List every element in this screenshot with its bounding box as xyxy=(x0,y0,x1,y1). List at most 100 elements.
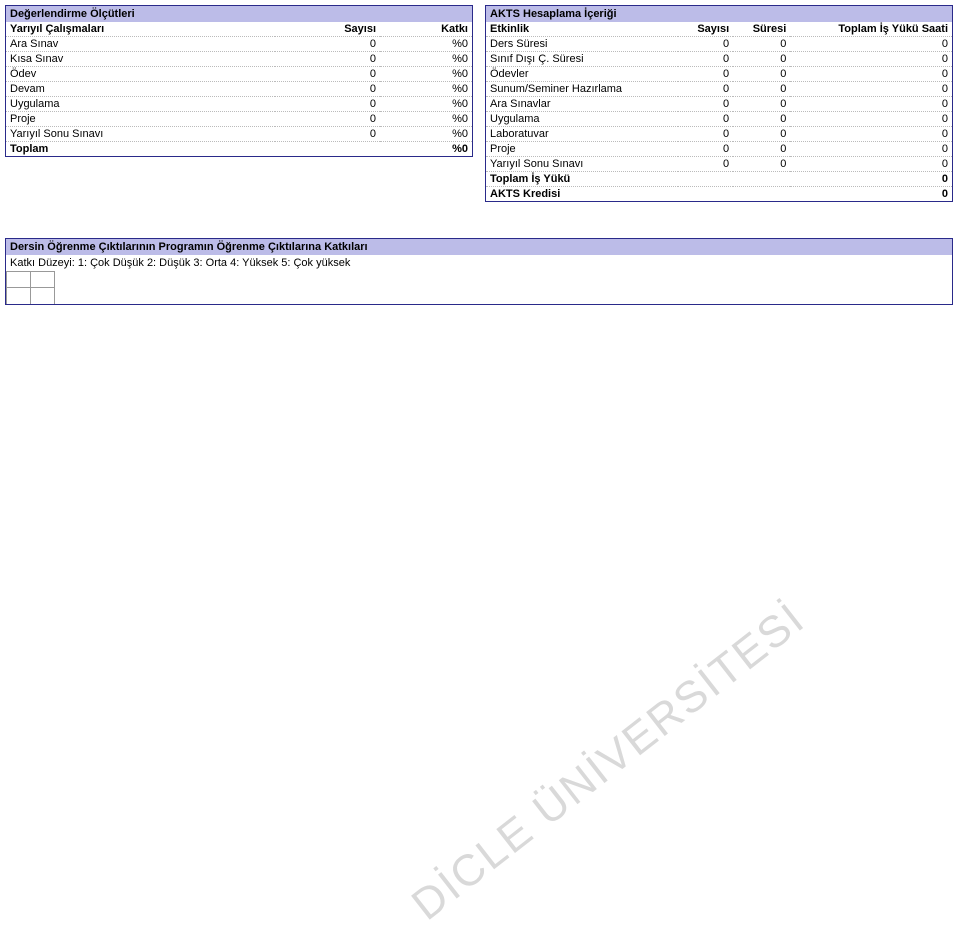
akts-col-label: Etkinlik xyxy=(486,22,678,37)
eval-count: 0 xyxy=(275,37,380,52)
grid-cell xyxy=(7,272,31,288)
akts-b: 0 xyxy=(733,157,790,172)
table-row: Uygulama 0 %0 xyxy=(6,97,472,112)
eval-col-pct: Katkı xyxy=(380,22,472,37)
eval-count: 0 xyxy=(275,127,380,142)
akts-a: 0 xyxy=(678,157,733,172)
akts-c: 0 xyxy=(790,112,952,127)
eval-pct: %0 xyxy=(380,97,472,112)
akts-a: 0 xyxy=(678,52,733,67)
akts-b: 0 xyxy=(733,142,790,157)
akts-c: 0 xyxy=(790,52,952,67)
akts-b: 0 xyxy=(733,82,790,97)
akts-label: Yarıyıl Sonu Sınavı xyxy=(486,157,678,172)
akts-a: 0 xyxy=(678,97,733,112)
table-row: Ödev 0 %0 xyxy=(6,67,472,82)
akts-credit-value: 0 xyxy=(790,187,952,202)
akts-label: Laboratuvar xyxy=(486,127,678,142)
akts-label: Sınıf Dışı Ç. Süresi xyxy=(486,52,678,67)
akts-c: 0 xyxy=(790,127,952,142)
table-row: Proje 0 0 0 xyxy=(486,142,952,157)
akts-credit-row: AKTS Kredisi 0 xyxy=(486,187,952,202)
akts-col-duration: Süresi xyxy=(733,22,790,37)
akts-c: 0 xyxy=(790,157,952,172)
eval-pct: %0 xyxy=(380,67,472,82)
akts-label: Ders Süresi xyxy=(486,37,678,52)
akts-label: Ara Sınavlar xyxy=(486,97,678,112)
akts-a: 0 xyxy=(678,67,733,82)
grid-cell xyxy=(31,272,55,288)
akts-a: 0 xyxy=(678,37,733,52)
akts-table: Etkinlik Sayısı Süresi Toplam İş Yükü Sa… xyxy=(486,22,952,201)
akts-b: 0 xyxy=(733,112,790,127)
eval-total-empty xyxy=(275,142,380,157)
eval-count: 0 xyxy=(275,82,380,97)
watermark-text: DİCLE ÜNİVERSİTESİ xyxy=(402,593,814,930)
akts-label: Proje xyxy=(486,142,678,157)
eval-count: 0 xyxy=(275,112,380,127)
akts-a: 0 xyxy=(678,82,733,97)
akts-total-load-label: Toplam İş Yükü xyxy=(486,172,790,187)
akts-col-count: Sayısı xyxy=(678,22,733,37)
akts-b: 0 xyxy=(733,37,790,52)
akts-label: Sunum/Seminer Hazırlama xyxy=(486,82,678,97)
table-row: Kısa Sınav 0 %0 xyxy=(6,52,472,67)
akts-b: 0 xyxy=(733,52,790,67)
table-row: Ders Süresi 0 0 0 xyxy=(486,37,952,52)
akts-panel: AKTS Hesaplama İçeriği Etkinlik Sayısı S… xyxy=(485,5,953,202)
akts-c: 0 xyxy=(790,67,952,82)
akts-header: AKTS Hesaplama İçeriği xyxy=(486,6,952,22)
contribution-header: Dersin Öğrenme Çıktılarının Programın Öğ… xyxy=(6,239,952,255)
akts-c: 0 xyxy=(790,142,952,157)
akts-label: Ödevler xyxy=(486,67,678,82)
grid-cell xyxy=(7,288,31,304)
akts-total-load-value: 0 xyxy=(790,172,952,187)
eval-pct: %0 xyxy=(380,127,472,142)
akts-b: 0 xyxy=(733,97,790,112)
eval-total-pct: %0 xyxy=(380,142,472,157)
eval-pct: %0 xyxy=(380,112,472,127)
contribution-panel: Dersin Öğrenme Çıktılarının Programın Öğ… xyxy=(5,238,953,305)
eval-label: Ödev xyxy=(6,67,275,82)
table-row: Ödevler 0 0 0 xyxy=(486,67,952,82)
evaluation-header: Değerlendirme Ölçütleri xyxy=(6,6,472,22)
akts-credit-label: AKTS Kredisi xyxy=(486,187,790,202)
top-row: Değerlendirme Ölçütleri Yarıyıl Çalışmal… xyxy=(5,5,955,202)
akts-b: 0 xyxy=(733,127,790,142)
akts-a: 0 xyxy=(678,142,733,157)
eval-label: Kısa Sınav xyxy=(6,52,275,67)
contribution-grid xyxy=(6,271,952,304)
akts-col-total: Toplam İş Yükü Saati xyxy=(790,22,952,37)
eval-col-count: Sayısı xyxy=(275,22,380,37)
akts-b: 0 xyxy=(733,67,790,82)
evaluation-table: Yarıyıl Çalışmaları Sayısı Katkı Ara Sın… xyxy=(6,22,472,156)
eval-pct: %0 xyxy=(380,82,472,97)
akts-a: 0 xyxy=(678,112,733,127)
evaluation-panel: Değerlendirme Ölçütleri Yarıyıl Çalışmal… xyxy=(5,5,473,157)
akts-total-load-row: Toplam İş Yükü 0 xyxy=(486,172,952,187)
table-row: Devam 0 %0 xyxy=(6,82,472,97)
akts-c: 0 xyxy=(790,97,952,112)
eval-col-label: Yarıyıl Çalışmaları xyxy=(6,22,275,37)
table-row: Uygulama 0 0 0 xyxy=(486,112,952,127)
table-row: Sınıf Dışı Ç. Süresi 0 0 0 xyxy=(486,52,952,67)
table-row: Sunum/Seminer Hazırlama 0 0 0 xyxy=(486,82,952,97)
eval-label: Proje xyxy=(6,112,275,127)
contribution-scale: Katkı Düzeyi: 1: Çok Düşük 2: Düşük 3: O… xyxy=(6,255,952,271)
eval-label: Ara Sınav xyxy=(6,37,275,52)
eval-label: Uygulama xyxy=(6,97,275,112)
eval-count: 0 xyxy=(275,52,380,67)
akts-c: 0 xyxy=(790,37,952,52)
eval-pct: %0 xyxy=(380,52,472,67)
table-row: Proje 0 %0 xyxy=(6,112,472,127)
akts-c: 0 xyxy=(790,82,952,97)
table-row: Ara Sınav 0 %0 xyxy=(6,37,472,52)
table-row: Yarıyıl Sonu Sınavı 0 %0 xyxy=(6,127,472,142)
eval-pct: %0 xyxy=(380,37,472,52)
eval-total-row: Toplam %0 xyxy=(6,142,472,157)
eval-count: 0 xyxy=(275,67,380,82)
eval-label: Yarıyıl Sonu Sınavı xyxy=(6,127,275,142)
akts-label: Uygulama xyxy=(486,112,678,127)
eval-count: 0 xyxy=(275,97,380,112)
grid-cell xyxy=(31,288,55,304)
